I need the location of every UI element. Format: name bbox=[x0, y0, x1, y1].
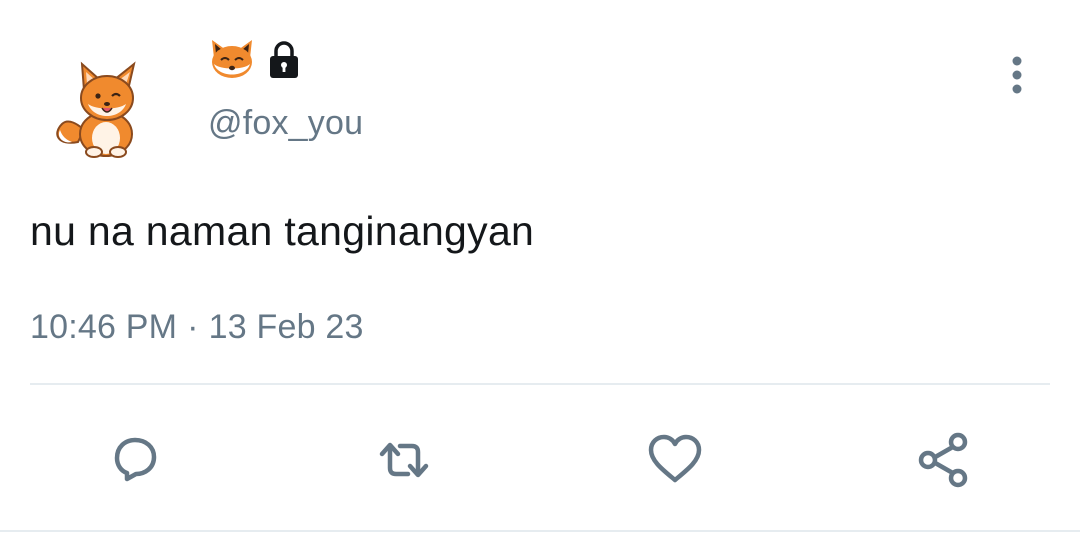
display-name-row bbox=[208, 38, 304, 82]
like-icon bbox=[648, 434, 702, 483]
tweet-text: nu na naman tanginangyan bbox=[30, 208, 535, 254]
fox-face-emoji-icon bbox=[212, 40, 252, 78]
tweet-timestamp[interactable]: 10:46 PM · 13 Feb 23 bbox=[30, 308, 364, 347]
tweet-date: 13 Feb 23 bbox=[208, 308, 364, 346]
divider bbox=[30, 383, 1050, 385]
retweet-icon bbox=[379, 442, 429, 478]
avatar[interactable] bbox=[38, 50, 168, 162]
reply-button[interactable] bbox=[95, 420, 175, 500]
share-button[interactable] bbox=[904, 420, 984, 500]
fox-avatar-icon bbox=[56, 61, 136, 158]
share-icon bbox=[918, 432, 968, 488]
more-vertical-icon bbox=[1012, 56, 1022, 94]
user-handle[interactable]: @fox_you bbox=[208, 104, 363, 143]
tweet-time: 10:46 PM bbox=[30, 308, 178, 346]
meta-separator: · bbox=[187, 308, 199, 346]
more-options-button[interactable] bbox=[996, 52, 1038, 98]
bottom-divider bbox=[0, 530, 1080, 532]
reply-icon bbox=[114, 437, 157, 482]
lock-icon bbox=[270, 41, 298, 78]
like-button[interactable] bbox=[635, 420, 715, 500]
retweet-button[interactable] bbox=[364, 420, 444, 500]
action-bar bbox=[0, 420, 1080, 500]
tweet-card: @fox_you nu na naman tanginangyan 10:46 … bbox=[0, 0, 1080, 549]
